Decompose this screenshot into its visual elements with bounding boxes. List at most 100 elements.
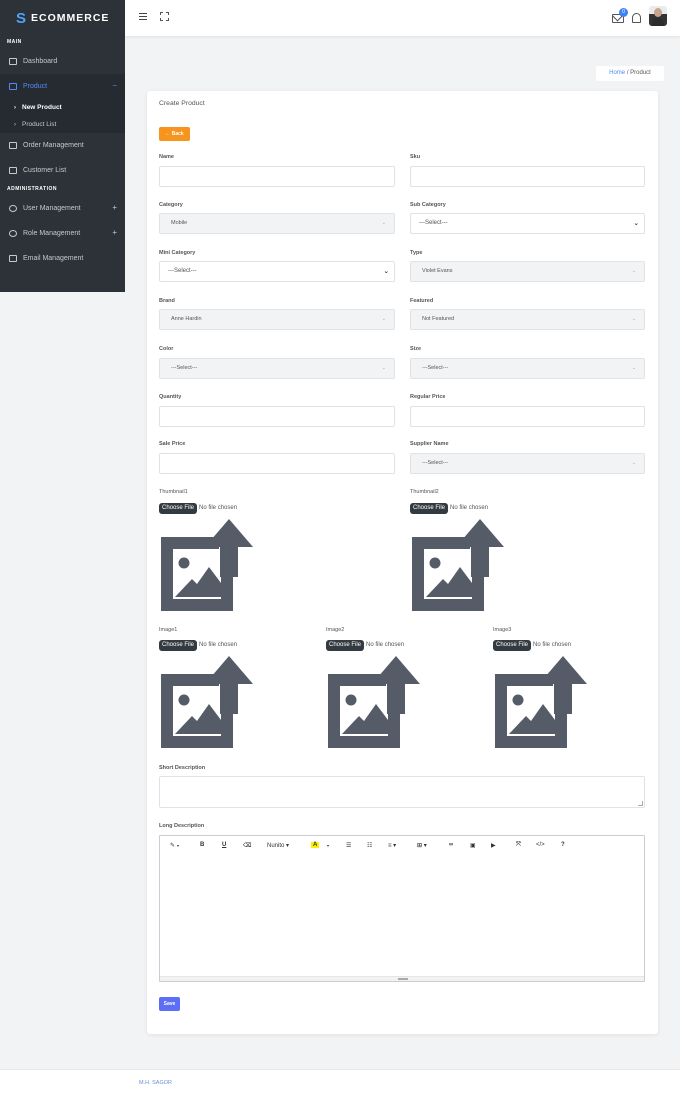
short-description-label: Short Description: [159, 765, 206, 771]
sidebar-item-role-management[interactable]: Role Management +: [0, 221, 125, 246]
sidebar-subitem-new-product[interactable]: › New Product: [0, 99, 125, 116]
collapse-icon: −: [112, 81, 117, 90]
thumbnail2-label: Thumbnail2: [410, 489, 439, 495]
file-status: No file chosen: [366, 642, 405, 648]
category-select-value: Mobile: [171, 220, 188, 226]
bell-icon[interactable]: [632, 12, 641, 23]
style-dropdown-icon[interactable]: ✎: [170, 842, 175, 849]
card-title: Create Product: [159, 100, 205, 107]
featured-select-value: Not Featured: [422, 316, 455, 322]
quantity-input[interactable]: [159, 406, 395, 427]
chevron-down-icon: ⌄: [631, 268, 636, 274]
sidebar-item-customer-list[interactable]: Customer List: [0, 158, 125, 183]
file-icon: [9, 167, 17, 174]
bold-icon[interactable]: B: [200, 842, 204, 848]
supplier-name-select[interactable]: ---Select--- ⌄: [410, 453, 645, 474]
chevron-down-icon: ▾: [327, 843, 330, 848]
image1-file-input[interactable]: Choose File No file chosen: [159, 639, 237, 651]
mini-category-select[interactable]: ---Select--- ⌄: [159, 261, 395, 282]
brand-logo[interactable]: S ECOMMERCE: [0, 0, 125, 36]
file-icon: [9, 142, 17, 149]
short-description-textarea[interactable]: [159, 776, 645, 808]
sidebar-item-order-management[interactable]: Order Management: [0, 133, 125, 158]
user-check-icon: [9, 230, 17, 237]
featured-select[interactable]: Not Featured ⌄: [410, 309, 645, 330]
eraser-icon[interactable]: ⌫: [243, 842, 251, 849]
fullscreen-icon[interactable]: ⤧: [516, 842, 521, 849]
font-family-dropdown[interactable]: Nunito ▾: [267, 842, 289, 849]
choose-file-button[interactable]: Choose File: [326, 639, 365, 651]
align-dropdown-icon[interactable]: ≡ ▾: [388, 842, 396, 849]
color-select[interactable]: ---Select--- ⌄: [159, 358, 395, 379]
chevron-down-icon: ▾: [177, 843, 180, 848]
sale-price-input[interactable]: [159, 453, 395, 474]
text-color-icon[interactable]: A: [311, 842, 320, 848]
choose-file-button[interactable]: Choose File: [410, 502, 449, 514]
regular-price-input[interactable]: [410, 406, 645, 427]
sidebar-subitem-product-list[interactable]: › Product List: [0, 116, 125, 133]
sub-category-select-value: ---Select---: [419, 220, 448, 226]
footer-credit: M.H. SAGOR: [139, 1080, 173, 1086]
create-product-card: Create Product ← Back Name Sku Category …: [147, 91, 658, 1034]
sidebar-item-user-management[interactable]: User Management +: [0, 196, 125, 221]
file-status: No file chosen: [199, 505, 238, 511]
name-input[interactable]: [159, 166, 395, 187]
footer: M.H. SAGOR: [0, 1069, 680, 1100]
save-button[interactable]: Save: [159, 997, 180, 1011]
long-description-editor[interactable]: ✎ ▾ B U ⌫ Nunito ▾ A ▾ ☰ ☷ ≡ ▾ ⊞ ▾ ∞ ▣ ▶…: [159, 835, 645, 982]
image1-placeholder-image: [159, 654, 255, 750]
sub-category-select[interactable]: ---Select--- ⌄: [410, 213, 645, 234]
sidebar-item-label: Customer List: [23, 167, 67, 174]
code-view-icon[interactable]: </>: [536, 842, 545, 848]
thumbnail1-file-input[interactable]: Choose File No file chosen: [159, 502, 237, 514]
category-select[interactable]: Mobile ⌄: [159, 213, 395, 234]
picture-icon[interactable]: ▣: [470, 842, 476, 849]
choose-file-button[interactable]: Choose File: [159, 639, 198, 651]
fullscreen-icon[interactable]: [160, 12, 169, 21]
breadcrumb-separator: /: [626, 70, 629, 76]
ordered-list-icon[interactable]: ☷: [367, 842, 372, 849]
choose-file-button[interactable]: Choose File: [159, 502, 198, 514]
editor-resize-handle[interactable]: [398, 978, 408, 980]
link-icon[interactable]: ∞: [449, 842, 453, 848]
featured-label: Featured: [410, 298, 434, 304]
chevron-down-icon: ⌄: [383, 268, 389, 275]
breadcrumb-home-link[interactable]: Home: [609, 70, 625, 76]
choose-file-button[interactable]: Choose File: [493, 639, 532, 651]
menu-toggle-icon[interactable]: [138, 11, 149, 22]
brand-letter: S: [16, 9, 27, 27]
thumbnail1-label: Thumbnail1: [159, 489, 188, 495]
thumbnail1-placeholder-image: [159, 517, 255, 613]
image2-file-input[interactable]: Choose File No file chosen: [326, 639, 404, 651]
chevron-down-icon: ⌄: [633, 220, 639, 227]
back-button[interactable]: ← Back: [159, 127, 190, 141]
mini-category-select-value: ---Select---: [168, 268, 197, 274]
chevron-down-icon: ⌄: [381, 316, 386, 322]
breadcrumb-current: Product: [630, 70, 651, 76]
file-status: No file chosen: [450, 505, 489, 511]
table-dropdown-icon[interactable]: ⊞ ▾: [417, 842, 427, 849]
breadcrumb: Home / Product: [596, 66, 664, 81]
chevron-right-icon: ›: [14, 104, 16, 111]
sidebar-item-dashboard[interactable]: Dashboard: [0, 49, 125, 74]
sidebar-item-label: Order Management: [23, 142, 84, 149]
unordered-list-icon[interactable]: ☰: [346, 842, 351, 849]
underline-icon[interactable]: U: [222, 842, 226, 848]
resize-handle-icon[interactable]: [638, 801, 643, 806]
sku-input[interactable]: [410, 166, 645, 187]
sale-price-label: Sale Price: [159, 441, 186, 447]
image3-file-input[interactable]: Choose File No file chosen: [493, 639, 571, 651]
thumbnail2-file-input[interactable]: Choose File No file chosen: [410, 502, 488, 514]
brand-label: Brand: [159, 298, 175, 304]
help-icon[interactable]: ?: [561, 842, 565, 848]
long-description-label: Long Description: [159, 823, 205, 829]
video-icon[interactable]: ▶: [491, 842, 496, 849]
color-select-value: ---Select---: [171, 365, 198, 371]
sidebar-item-product[interactable]: Product −: [0, 74, 125, 99]
user-avatar[interactable]: [649, 6, 667, 26]
sidebar-item-email-management[interactable]: Email Management: [0, 246, 125, 271]
size-select[interactable]: ---Select--- ⌄: [410, 358, 645, 379]
brand-select[interactable]: Anne Hardin ⌄: [159, 309, 395, 330]
type-select[interactable]: Violet Evans ⌄: [410, 261, 645, 282]
mail-icon[interactable]: 0: [612, 7, 628, 23]
